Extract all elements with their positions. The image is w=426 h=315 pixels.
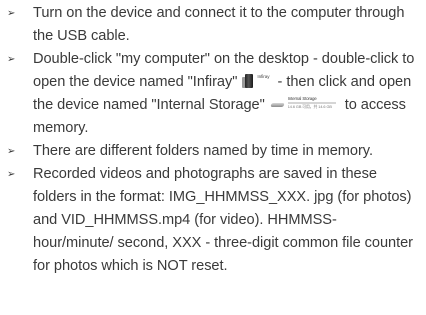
list-item-folders: ➢ There are different folders named by t… <box>7 140 421 163</box>
storage-usage-bar <box>287 102 336 104</box>
drive-icon <box>269 103 285 107</box>
instruction-list: ➢ Turn on the device and connect it to t… <box>7 2 421 278</box>
device-caption: Infiray <box>257 74 270 79</box>
bullet-arrow-icon: ➢ <box>7 169 16 180</box>
list-item-file-format: ➢ Recorded videos and photographs are sa… <box>7 163 421 278</box>
item-text: Turn on the device and connect it to the… <box>33 5 405 44</box>
bullet-arrow-icon: ➢ <box>7 54 16 65</box>
list-item-open-device: ➢ Double-click "my computer" on the desk… <box>7 48 421 140</box>
bullet-arrow-icon: ➢ <box>7 146 16 157</box>
item-text: Recorded videos and photographs are save… <box>33 166 413 274</box>
storage-caption: Internal Storage <box>287 96 317 101</box>
item-text: There are different folders named by tim… <box>33 143 373 159</box>
list-item-connect: ➢ Turn on the device and connect it to t… <box>7 2 421 48</box>
camera-device-icon <box>242 74 256 88</box>
internal-storage-badge: Internal Storage 14.6 GB 可用，共 14.6 GB <box>269 96 337 112</box>
storage-free-text: 14.6 GB 可用，共 14.6 GB <box>287 105 332 109</box>
bullet-arrow-icon: ➢ <box>7 8 16 19</box>
